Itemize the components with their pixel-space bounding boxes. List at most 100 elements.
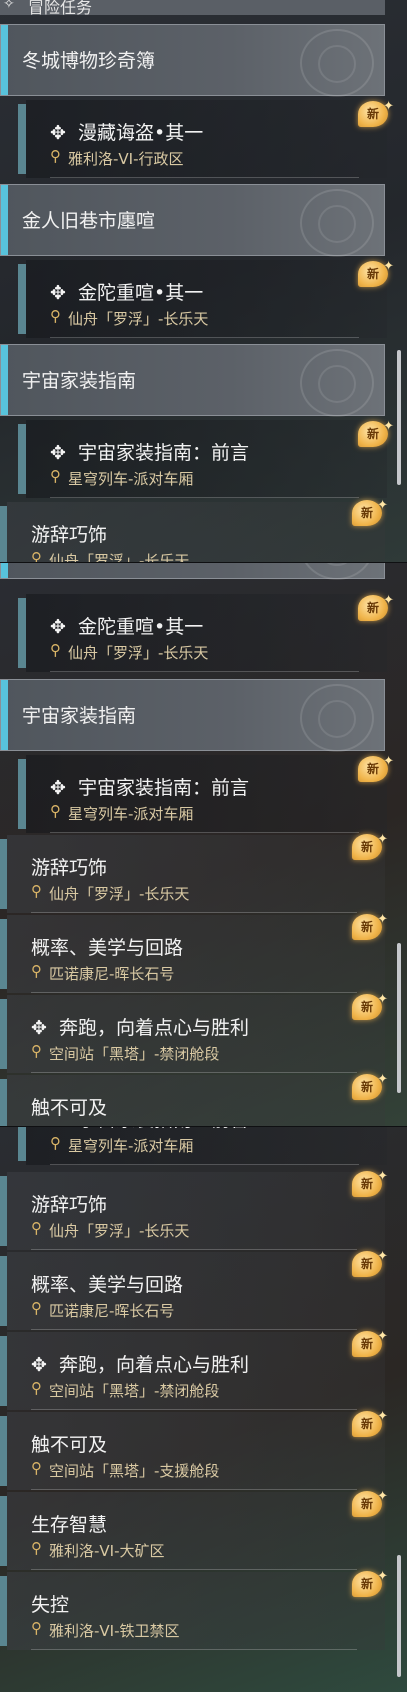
category-home[interactable]: 宇宙家装指南 — [0, 679, 385, 752]
sparkle-icon: ✦ — [377, 498, 388, 513]
category-emblem-icon — [300, 563, 374, 580]
quest-item-trinket[interactable]: 游辞巧饰 ⚲ 仙舟「罗浮」-长乐天 — [0, 502, 385, 563]
sparkle-icon: ✦ — [383, 754, 394, 769]
location-pin-icon: ⚲ — [31, 1299, 42, 1317]
sparkle-icon: ✦ — [377, 992, 388, 1007]
divider — [31, 992, 357, 993]
location-pin-icon: ⚲ — [50, 147, 61, 165]
sparkle-icon: ✦ — [377, 1169, 388, 1184]
quest-title: 概率、美学与回路 — [31, 937, 184, 959]
scrollbar-thumb[interactable] — [397, 943, 401, 1093]
sparkle-icon: ✦ — [383, 593, 394, 608]
location-pin-icon: ⚲ — [31, 1042, 42, 1060]
location-pin-icon: ⚲ — [31, 549, 42, 563]
quest-title: 触不可及 — [31, 1434, 108, 1456]
quest-bar — [0, 919, 7, 989]
quest-title: 触不可及 — [31, 1097, 108, 1119]
quest-item-probability[interactable]: 概率、美学与回路 ⚲ 匹诺康尼-晖长石号 — [0, 1252, 385, 1330]
quest-item-trinket[interactable]: 游辞巧饰 ⚲ 仙舟「罗浮」-长乐天 — [0, 835, 385, 913]
new-badge: 新 ✦ — [352, 912, 388, 940]
new-badge: 新 ✦ — [352, 1169, 388, 1197]
location-pin-icon: ⚲ — [50, 467, 61, 485]
scrollbar-thumb[interactable] — [397, 1555, 401, 1677]
sparkle-icon: ✦ — [377, 912, 388, 927]
location-pin-icon: ⚲ — [31, 882, 42, 900]
diamond-icon: ✧ — [3, 0, 15, 12]
scrollbar-thumb[interactable] — [397, 350, 401, 485]
quest-bar — [0, 1256, 7, 1326]
quest-item-run[interactable]: ✥ 奔跑，向着点心与胜利 ⚲ 空间站「黑塔」-禁闭舱段 — [0, 995, 385, 1073]
quest-item-home-intro[interactable]: ✥ 宇宙家装指南：前言 ⚲ 星穹列车-派对车厢 — [18, 755, 387, 833]
quest-location: 仙舟「罗浮」-长乐天 — [49, 885, 190, 903]
new-badge: 新 ✦ — [358, 259, 394, 287]
quest-item-jinren-one[interactable]: ✥ 金陀重喧•其一 ⚲ 仙舟「罗浮」-长乐天 — [18, 260, 387, 338]
sparkle-icon: ✦ — [377, 832, 388, 847]
quest-location: 空间站「黑塔」-禁闭舱段 — [49, 1382, 220, 1400]
quest-location: 仙舟「罗浮」-长乐天 — [49, 1222, 190, 1240]
category-accent — [1, 185, 8, 255]
category-jinren[interactable] — [0, 563, 385, 580]
new-badge: 新 ✦ — [358, 99, 394, 127]
location-pin-icon: ⚲ — [31, 1379, 42, 1397]
category-accent — [1, 345, 8, 415]
puzzle-icon: ✥ — [31, 1354, 47, 1376]
divider — [31, 1489, 357, 1490]
divider — [31, 1329, 357, 1330]
quest-bar — [0, 1079, 7, 1127]
quest-location: 星穹列车-派对车厢 — [68, 1137, 194, 1155]
quest-title: 概率、美学与回路 — [31, 1274, 184, 1296]
location-pin-icon: ⚲ — [50, 307, 61, 325]
quest-bar — [0, 999, 7, 1069]
category-winter-city[interactable]: 冬城博物珍奇簿 — [0, 24, 385, 97]
sparkle-icon: ✦ — [377, 1569, 388, 1584]
location-pin-icon: ⚲ — [50, 1134, 61, 1152]
category-emblem-icon — [300, 189, 374, 257]
quest-title: 游辞巧饰 — [31, 1194, 108, 1216]
location-pin-icon: ⚲ — [31, 1459, 42, 1477]
quest-location: 星穹列车-派对车厢 — [68, 470, 194, 488]
divider — [31, 1249, 357, 1250]
quest-title: 宇宙家装指南：前言 — [78, 777, 250, 799]
quest-bar — [18, 1127, 26, 1161]
puzzle-icon: ✥ — [50, 282, 66, 304]
category-emblem-icon — [300, 684, 374, 752]
new-badge: 新 ✦ — [352, 498, 388, 526]
category-home[interactable]: 宇宙家装指南 — [0, 344, 385, 417]
quest-item-home-intro[interactable]: ✥ 宇宙家装指南：前言 ⚲ 星穹列车-派对车厢 — [18, 420, 387, 498]
quest-bar — [0, 1416, 7, 1486]
divider — [50, 671, 359, 672]
new-badge: 新 ✦ — [352, 832, 388, 860]
divider — [50, 497, 359, 498]
quest-title: 宇宙家装指南：前言 — [78, 1127, 249, 1131]
category-jinren[interactable]: 金人旧巷市廛喧 — [0, 184, 385, 257]
quest-item-jinren-one[interactable]: ✥ 金陀重喧•其一 ⚲ 仙舟「罗浮」-长乐天 — [18, 594, 387, 672]
quest-item-pirate[interactable]: ✥ 漫藏诲盗•其一 ⚲ 雅利洛-VI-行政区 — [18, 100, 387, 178]
quest-item-lost-control[interactable]: 失控 ⚲ 雅利洛-VI-铁卫禁区 — [0, 1572, 385, 1650]
quest-location: 匹诺康尼-晖长石号 — [49, 1302, 175, 1320]
quest-item-home-intro[interactable]: ✥ 宇宙家装指南：前言 ⚲ 星穹列车-派对车厢 — [18, 1127, 387, 1165]
sparkle-icon: ✦ — [383, 419, 394, 434]
category-accent — [1, 563, 8, 578]
quest-item-untouchable[interactable]: 触不可及 — [0, 1075, 385, 1127]
sparkle-icon: ✦ — [377, 1329, 388, 1344]
divider — [31, 1649, 357, 1650]
location-pin-icon: ⚲ — [50, 802, 61, 820]
quest-location: 空间站「黑塔」-支援舱段 — [49, 1462, 220, 1480]
quest-bar — [18, 598, 26, 668]
quest-item-run[interactable]: ✥ 奔跑，向着点心与胜利 ⚲ 空间站「黑塔」-禁闭舱段 — [0, 1332, 385, 1410]
quest-item-survival[interactable]: 生存智慧 ⚲ 雅利洛-VI-大矿区 — [0, 1492, 385, 1570]
quest-location: 仙舟「罗浮」-长乐天 — [68, 310, 209, 328]
quest-title: 游辞巧饰 — [31, 524, 108, 546]
quest-item-probability[interactable]: 概率、美学与回路 ⚲ 匹诺康尼-晖长石号 — [0, 915, 385, 993]
category-accent — [1, 680, 8, 750]
new-badge: 新 ✦ — [352, 1329, 388, 1357]
location-pin-icon: ⚲ — [31, 1539, 42, 1557]
sparkle-icon: ✦ — [377, 1249, 388, 1264]
quest-bar — [0, 1336, 7, 1406]
quest-item-untouchable[interactable]: 触不可及 ⚲ 空间站「黑塔」-支援舱段 — [0, 1412, 385, 1490]
category-accent — [1, 25, 8, 95]
quest-location: 匹诺康尼-晖长石号 — [49, 965, 175, 983]
divider — [50, 1164, 359, 1165]
quest-item-trinket[interactable]: 游辞巧饰 ⚲ 仙舟「罗浮」-长乐天 — [0, 1172, 385, 1250]
quest-title: 金陀重喧•其一 — [78, 282, 204, 304]
